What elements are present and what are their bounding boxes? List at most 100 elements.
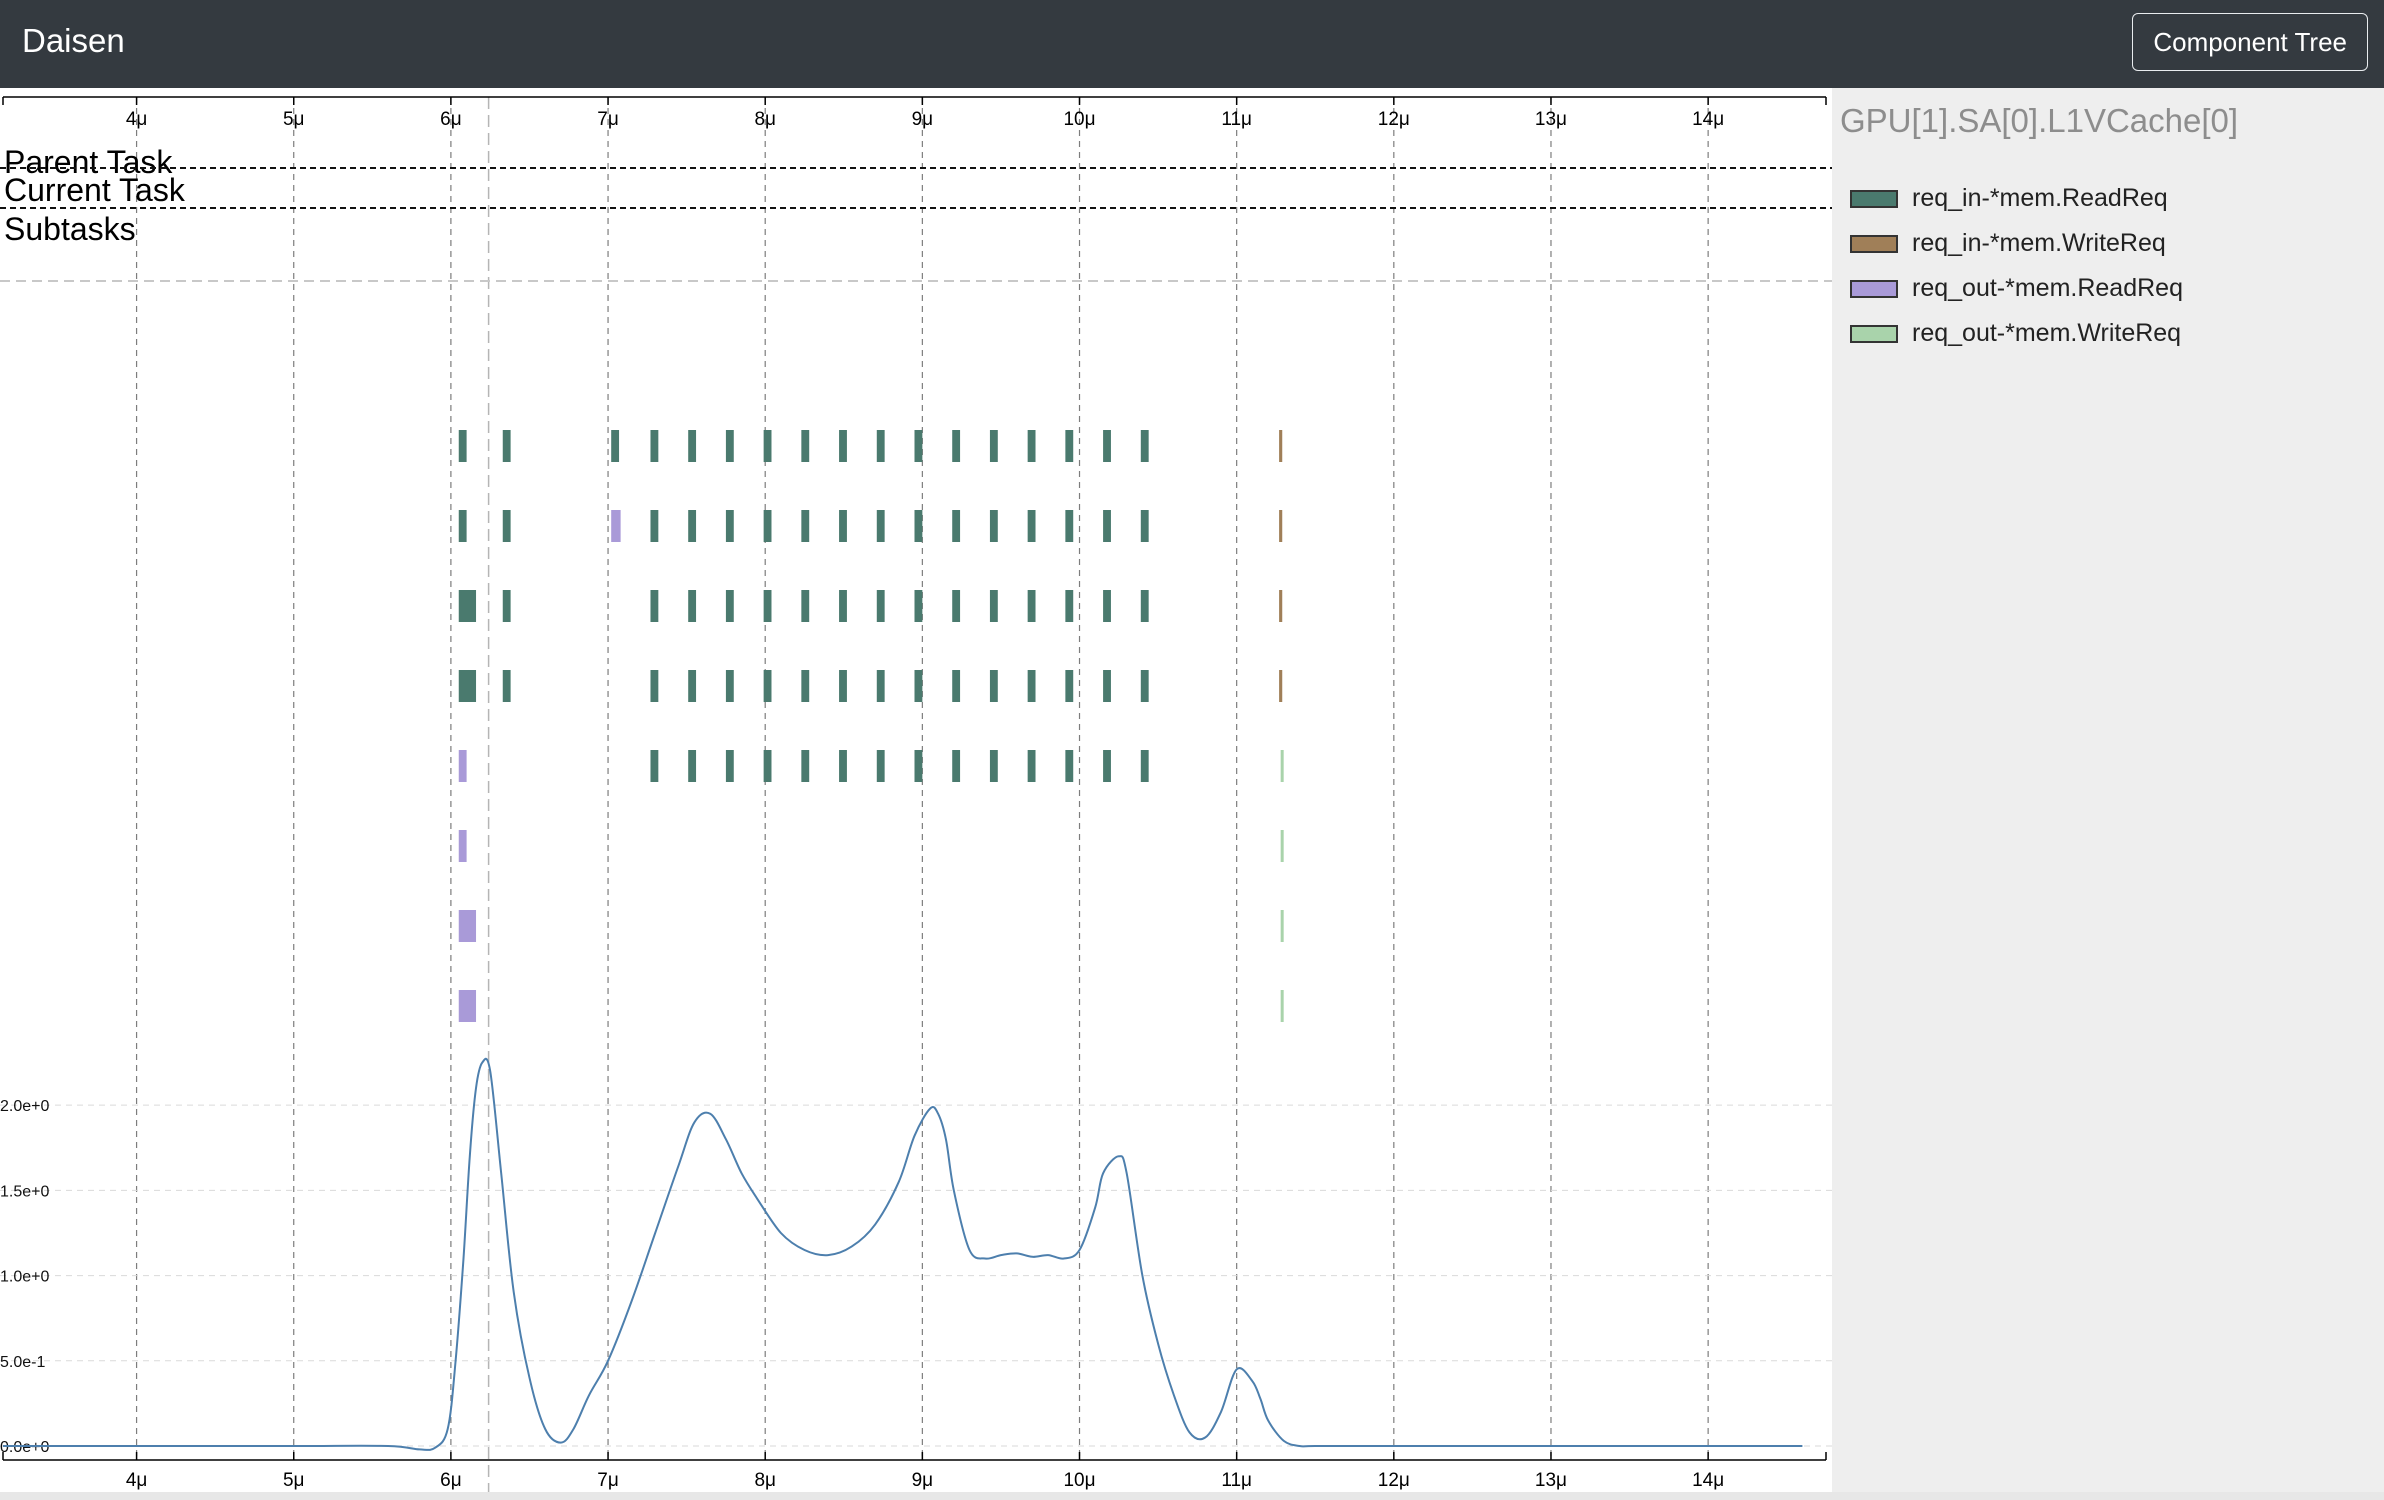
task-bar[interactable] [611, 430, 620, 462]
task-bar[interactable] [876, 750, 885, 782]
legend-item[interactable]: req_in-*mem.ReadReq [1850, 176, 2183, 221]
task-bar[interactable] [1103, 750, 1111, 782]
task-bar[interactable] [725, 590, 734, 622]
task-bar[interactable] [801, 590, 810, 622]
task-bar[interactable] [1279, 510, 1283, 542]
task-bar[interactable] [650, 670, 659, 702]
task-bar[interactable] [502, 430, 511, 462]
task-bar[interactable] [1103, 590, 1111, 622]
task-bar[interactable] [502, 590, 511, 622]
scroll-strip[interactable] [0, 1492, 2384, 1500]
task-bar[interactable] [1279, 430, 1283, 462]
task-bar[interactable] [801, 750, 810, 782]
task-bar[interactable] [763, 750, 772, 782]
task-bar[interactable] [1140, 510, 1149, 542]
app-brand[interactable]: Daisen [22, 22, 125, 60]
task-bar[interactable] [952, 510, 961, 542]
task-bar[interactable] [725, 510, 734, 542]
task-bar[interactable] [763, 430, 772, 462]
task-bar[interactable] [458, 750, 467, 782]
task-bar[interactable] [876, 670, 885, 702]
task-bar[interactable] [914, 670, 923, 702]
task-bar[interactable] [458, 510, 467, 542]
task-bar[interactable] [1140, 430, 1149, 462]
task-bar[interactable] [1027, 670, 1036, 702]
task-bar[interactable] [1065, 590, 1074, 622]
task-bar[interactable] [763, 670, 772, 702]
task-bar[interactable] [650, 430, 659, 462]
task-bar[interactable] [1065, 670, 1074, 702]
task-bar[interactable] [688, 430, 697, 462]
task-bar[interactable] [725, 750, 734, 782]
task-bar[interactable] [688, 510, 697, 542]
task-bar[interactable] [952, 670, 961, 702]
task-bar[interactable] [1280, 750, 1284, 782]
task-bar[interactable] [1103, 670, 1111, 702]
task-bar[interactable] [989, 510, 998, 542]
task-bar[interactable] [801, 670, 810, 702]
task-bar[interactable] [876, 430, 885, 462]
task-bar[interactable] [611, 510, 621, 542]
task-bar[interactable] [458, 830, 467, 862]
timeline-chart[interactable]: 4μ 5μ 6μ 7μ 8μ 9μ 10μ 11μ 12μ 13μ 14μ 4μ 5μ 6μ 7μ 8μ 9μ 1… [0, 88, 1832, 1492]
task-bar[interactable] [458, 430, 467, 462]
task-bar[interactable] [989, 750, 998, 782]
task-bar[interactable] [952, 430, 961, 462]
task-bar[interactable] [458, 910, 477, 942]
task-bar[interactable] [1065, 750, 1074, 782]
task-bar[interactable] [1027, 590, 1036, 622]
task-bar[interactable] [763, 590, 772, 622]
task-bar[interactable] [1065, 430, 1074, 462]
task-bar[interactable] [1027, 510, 1036, 542]
task-bar[interactable] [839, 750, 847, 782]
task-bar[interactable] [763, 510, 772, 542]
task-bar[interactable] [650, 510, 659, 542]
task-bar[interactable] [688, 670, 697, 702]
task-bar[interactable] [952, 590, 961, 622]
task-bar[interactable] [839, 670, 847, 702]
task-bar[interactable] [989, 670, 998, 702]
task-bar[interactable] [458, 590, 477, 622]
task-bar[interactable] [1140, 750, 1149, 782]
task-bar[interactable] [989, 590, 998, 622]
task-bar[interactable] [725, 430, 734, 462]
task-bar[interactable] [839, 590, 847, 622]
task-bar[interactable] [650, 750, 659, 782]
task-bar[interactable] [876, 590, 885, 622]
task-bar[interactable] [1065, 510, 1074, 542]
legend-item[interactable]: req_out-*mem.ReadReq [1850, 266, 2183, 311]
legend-item[interactable]: req_in-*mem.WriteReq [1850, 221, 2183, 266]
task-bar[interactable] [1140, 670, 1149, 702]
task-bar[interactable] [458, 670, 477, 702]
task-bar[interactable] [914, 430, 923, 462]
task-bar[interactable] [839, 430, 847, 462]
task-bar[interactable] [801, 510, 810, 542]
legend-item[interactable]: req_out-*mem.WriteReq [1850, 311, 2183, 356]
task-bar[interactable] [1027, 430, 1036, 462]
task-bar[interactable] [1140, 590, 1149, 622]
task-bar[interactable] [914, 510, 923, 542]
task-bar[interactable] [1279, 670, 1283, 702]
component-tree-button[interactable]: Component Tree [2132, 13, 2368, 71]
task-bar[interactable] [952, 750, 961, 782]
task-bar[interactable] [876, 510, 885, 542]
task-bar[interactable] [914, 590, 923, 622]
task-bar[interactable] [688, 750, 697, 782]
task-bar[interactable] [1103, 510, 1111, 542]
task-bar[interactable] [502, 510, 511, 542]
task-bar[interactable] [989, 430, 998, 462]
task-bar[interactable] [725, 670, 734, 702]
task-bar[interactable] [458, 990, 477, 1022]
task-bar[interactable] [1027, 750, 1036, 782]
task-bar[interactable] [688, 590, 697, 622]
task-bar[interactable] [914, 750, 923, 782]
task-bar[interactable] [1279, 590, 1283, 622]
task-bar[interactable] [1280, 990, 1284, 1022]
task-bar[interactable] [1103, 430, 1111, 462]
task-bar[interactable] [1280, 910, 1284, 942]
task-bar[interactable] [1280, 830, 1284, 862]
task-bar[interactable] [801, 430, 810, 462]
task-bar[interactable] [650, 590, 659, 622]
task-bar[interactable] [839, 510, 847, 542]
task-bar[interactable] [502, 670, 511, 702]
